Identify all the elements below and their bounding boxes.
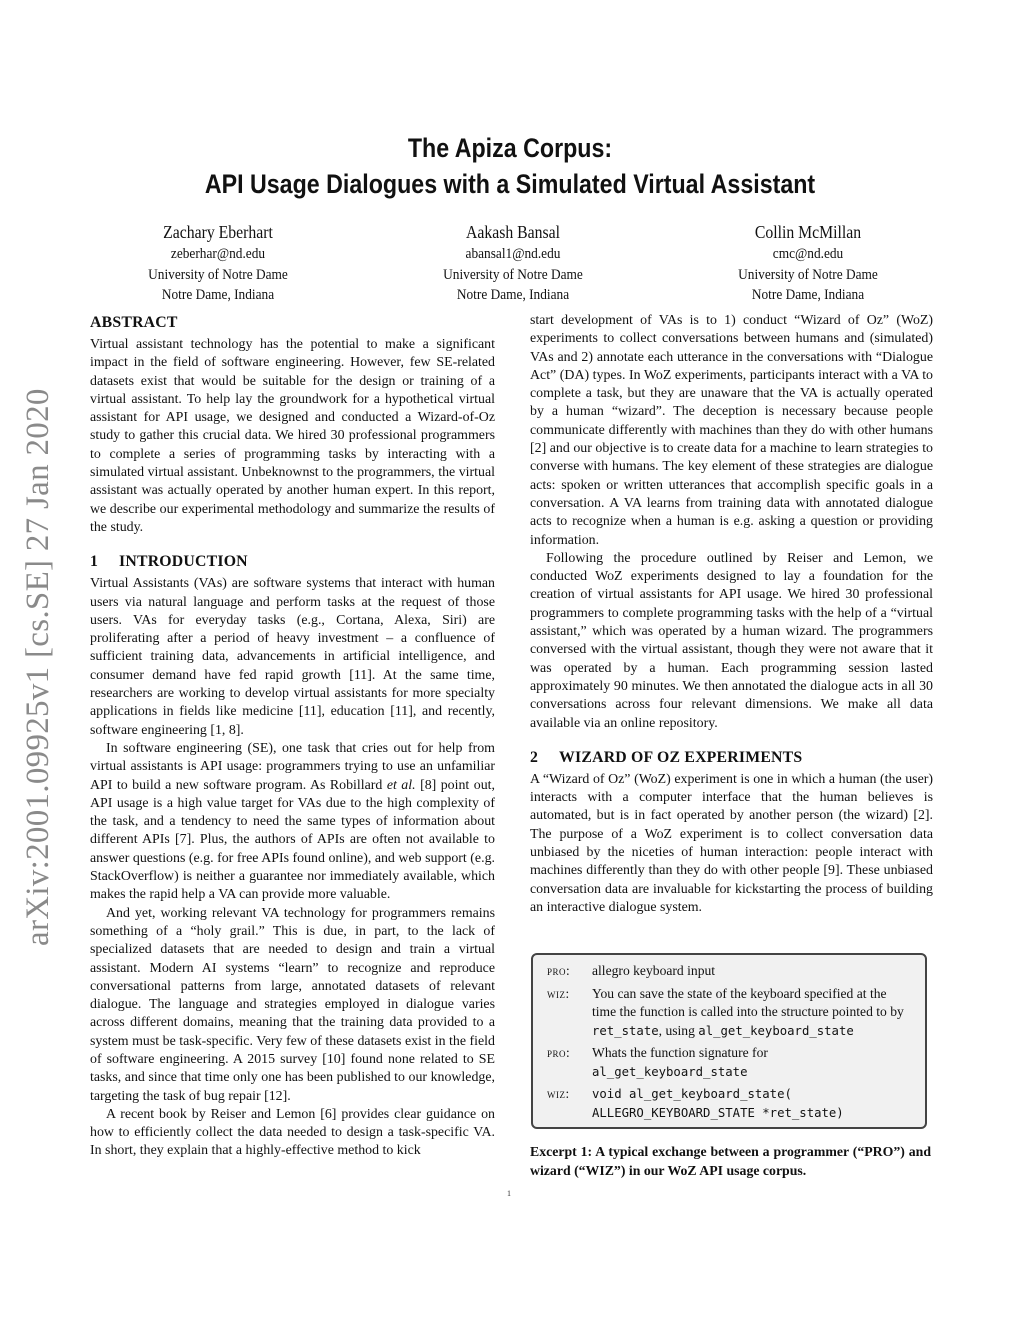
utterance-text: allegro keyboard input bbox=[592, 962, 911, 981]
author-email: abansal1@nd.edu bbox=[465, 246, 561, 262]
utterance-text: void al_get_keyboard_state( ALLEGRO_KEYBO… bbox=[592, 1085, 911, 1122]
author-block: Aakash Bansal abansal1@nd.edu University… bbox=[383, 220, 643, 306]
author-affiliation: University of Notre Dame bbox=[443, 266, 583, 283]
emphasis-span: et al. bbox=[386, 777, 416, 793]
page-number: 1 bbox=[507, 1189, 511, 1198]
section-title: INTRODUCTION bbox=[119, 553, 248, 571]
author-location: Notre Dame, Indiana bbox=[161, 287, 275, 303]
author-location: Notre Dame, Indiana bbox=[751, 287, 865, 303]
abstract-text: Virtual assistant technology has the pot… bbox=[90, 337, 495, 535]
dialogue-excerpt-box: PRO: allegro keyboard input WIZ: You can sa… bbox=[531, 953, 927, 1129]
author-name: Collin McMillan bbox=[754, 222, 862, 242]
author-affiliation: University of Notre Dame bbox=[148, 266, 288, 283]
code-span: void al_get_keyboard_state( bbox=[592, 1087, 792, 1101]
section-number: 2 bbox=[530, 748, 539, 766]
title-line-1: The Apiza Corpus: bbox=[407, 133, 613, 163]
code-span: ALLEGRO_KEYBOARD_STATE *ret_state) bbox=[592, 1105, 844, 1120]
author-email: zeberhar@nd.edu bbox=[170, 246, 266, 262]
text-span: [8] point out, API usage is a high value… bbox=[90, 777, 495, 903]
intro-paragraph-4: A recent book by Reiser and Lemon [6] pr… bbox=[90, 1106, 495, 1159]
author-name: Aakash Bansal bbox=[465, 222, 561, 242]
author-block: Zachary Eberhart zeberhar@nd.edu Univers… bbox=[88, 220, 348, 306]
author-list: Zachary Eberhart zeberhar@nd.edu Univers… bbox=[88, 220, 938, 306]
text-span: Whats the function signature for bbox=[592, 1045, 768, 1060]
code-span: al_get_keyboard_state bbox=[592, 1064, 748, 1079]
intro-paragraph-2: In software engineering (SE), one task t… bbox=[90, 740, 495, 905]
speaker-label: PRO: bbox=[547, 1045, 571, 1060]
abstract-heading: ABSTRACT bbox=[90, 314, 178, 331]
dialogue-turn: WIZ: void al_get_keyboard_state( ALLEGRO_K… bbox=[547, 1085, 911, 1122]
code-span: al_get_keyboard_state bbox=[698, 1023, 854, 1038]
speaker-label: WIZ: bbox=[547, 1086, 570, 1101]
right-column: start development of VAs is to 1) conduc… bbox=[530, 312, 933, 917]
author-block: Collin McMillan cmc@nd.edu University of… bbox=[678, 220, 938, 306]
arxiv-identifier-stamp: arXiv:2001.09925v1 [cs.SE] 27 Jan 2020 bbox=[20, 388, 56, 946]
dialogue-turn: PRO: Whats the function signature for al_… bbox=[547, 1044, 911, 1081]
author-name: Zachary Eberhart bbox=[163, 222, 273, 242]
intro-paragraph-1: Virtual Assistants (VAs) are software sy… bbox=[90, 576, 495, 738]
section-1-heading: 1 INTRODUCTION bbox=[90, 551, 495, 573]
intro-paragraph-4-continued: start development of VAs is to 1) conduc… bbox=[530, 313, 933, 548]
section-title: WIZARD OF OZ EXPERIMENTS bbox=[559, 748, 803, 766]
paper-title: The Apiza Corpus: API Usage Dialogues wi… bbox=[0, 130, 1020, 202]
author-email: cmc@nd.edu bbox=[772, 246, 844, 262]
title-line-2: API Usage Dialogues with a Simulated Vir… bbox=[204, 169, 816, 199]
woz-paragraph-1: A “Wizard of Oz” (WoZ) experiment is one… bbox=[530, 771, 933, 915]
excerpt-caption: Excerpt 1: A typical exchange between a … bbox=[530, 1144, 931, 1178]
utterance-text: Whats the function signature for al_get_… bbox=[592, 1044, 911, 1081]
text-span: allegro keyboard input bbox=[592, 963, 716, 978]
author-affiliation: University of Notre Dame bbox=[738, 266, 878, 283]
section-2-heading: 2 WIZARD OF OZ EXPERIMENTS bbox=[530, 747, 933, 769]
utterance-text: You can save the state of the keyboard s… bbox=[592, 985, 911, 1041]
dialogue-turn: WIZ: You can save the state of the keyboa… bbox=[547, 985, 911, 1041]
text-span: , using bbox=[658, 1022, 699, 1038]
intro-paragraph-5: Following the procedure outlined by Reis… bbox=[530, 550, 933, 731]
left-column: ABSTRACT Virtual assistant technology ha… bbox=[90, 312, 495, 1161]
code-span: ret_state bbox=[592, 1023, 659, 1038]
speaker-label: WIZ: bbox=[547, 985, 570, 1001]
section-number: 1 bbox=[90, 553, 99, 571]
speaker-label: PRO: bbox=[547, 963, 571, 978]
intro-paragraph-3: And yet, working relevant VA technology … bbox=[90, 905, 495, 1104]
dialogue-turn: PRO: allegro keyboard input bbox=[547, 962, 911, 981]
text-span: You can save the state of the keyboard s… bbox=[592, 985, 904, 1020]
author-location: Notre Dame, Indiana bbox=[456, 287, 570, 303]
